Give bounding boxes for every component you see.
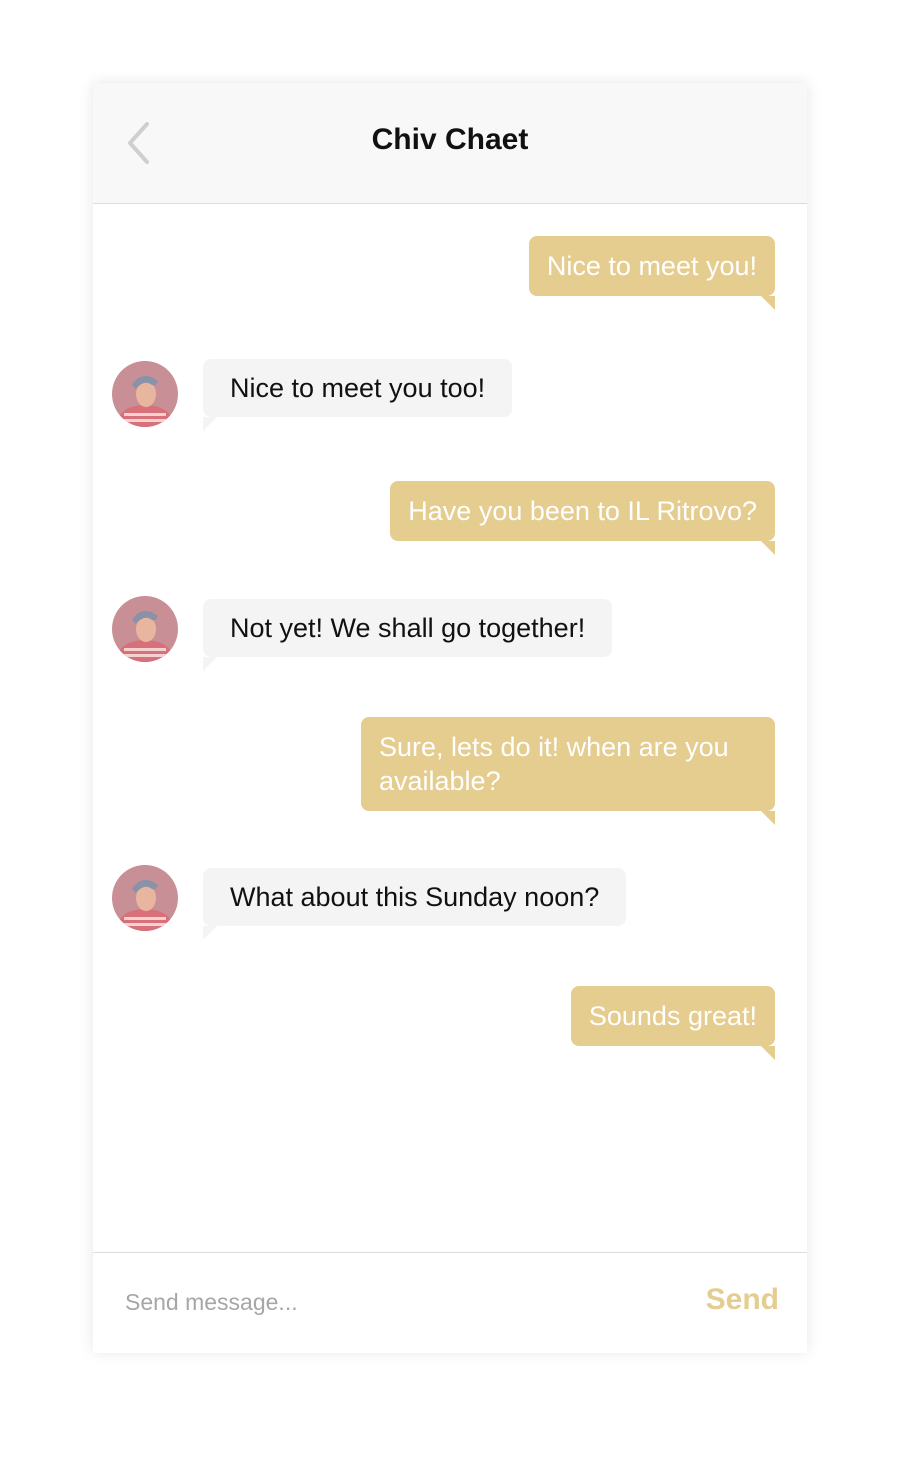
avatar — [112, 865, 178, 931]
message-bubble-sent: Sure, lets do it! when are you available… — [361, 717, 775, 825]
message-composer: Send — [93, 1252, 807, 1353]
message-bubble-sent: Have you been to IL Ritrovo? — [390, 481, 775, 555]
message-bubble-sent: Nice to meet you! — [528, 236, 776, 310]
message-input[interactable] — [123, 1281, 647, 1323]
chat-header: Chiv Chaet — [93, 83, 807, 204]
avatar — [112, 596, 178, 662]
avatar — [112, 361, 178, 427]
send-button[interactable]: Send — [706, 1283, 779, 1317]
chat-window: Chiv Chaet Nice to meet you! Nice to mee… — [93, 83, 807, 1353]
message-bubble-received: Nice to meet you too! — [203, 359, 513, 431]
message-bubble-received: What about this Sunday noon? — [203, 868, 627, 940]
chat-title: Chiv Chaet — [371, 123, 529, 156]
message-bubble-sent: Sounds great! — [570, 986, 776, 1060]
message-list[interactable]: Nice to meet you! Nice to meet you too! … — [93, 204, 807, 1252]
message-bubble-received: Not yet! We shall go together! — [203, 599, 613, 671]
